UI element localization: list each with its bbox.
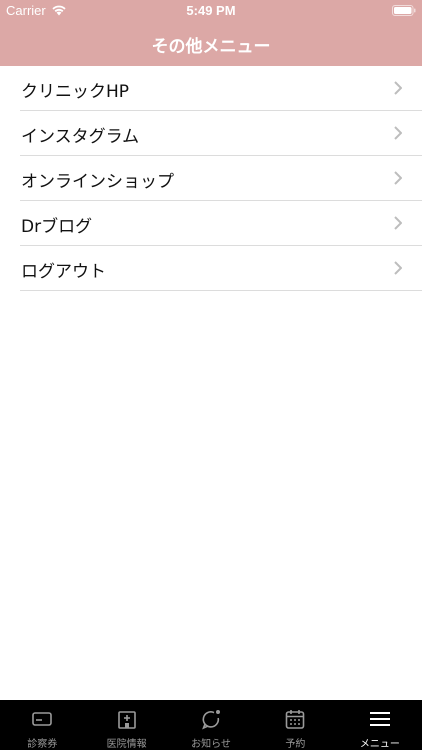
- chevron-right-icon: [394, 126, 402, 140]
- menu-item-label: Drブログ: [21, 217, 93, 237]
- calendar-icon: [286, 710, 305, 729]
- tab-notifications[interactable]: お知らせ: [169, 700, 253, 750]
- menu-item-instagram[interactable]: インスタグラム: [20, 111, 422, 156]
- chevron-right-icon: [394, 81, 402, 95]
- page-title: その他メニュー: [151, 37, 271, 57]
- tab-menu[interactable]: メニュー: [338, 700, 422, 750]
- menu-item-label: インスタグラム: [21, 127, 140, 147]
- hospital-icon: [117, 711, 136, 729]
- menu-item-online-shop[interactable]: オンラインショップ: [20, 156, 422, 201]
- menu-item-clinic-hp[interactable]: クリニックHP: [20, 66, 422, 111]
- header: Carrier 5:49 PM その他メニュー: [0, 0, 422, 66]
- tab-bar: 診察券 医院情報 お知らせ 予約 メニュー: [0, 700, 422, 750]
- battery-icon: [392, 5, 416, 16]
- chevron-right-icon: [394, 261, 402, 275]
- tab-reservation[interactable]: 予約: [253, 700, 337, 750]
- hamburger-icon: [369, 712, 390, 726]
- chevron-right-icon: [394, 216, 402, 230]
- tab-label: 医院情報: [106, 739, 147, 750]
- tab-patient-card[interactable]: 診察券: [0, 700, 84, 750]
- clock: 5:49 PM: [186, 3, 236, 18]
- tab-label: 予約: [285, 739, 306, 750]
- menu-item-logout[interactable]: ログアウト: [20, 246, 422, 291]
- notification-icon: [202, 710, 221, 730]
- menu-item-label: ログアウト: [21, 262, 106, 282]
- menu-item-dr-blog[interactable]: Drブログ: [20, 201, 422, 246]
- menu-item-label: クリニックHP: [21, 82, 130, 102]
- card-icon: [32, 712, 53, 726]
- status-bar: Carrier 5:49 PM: [0, 0, 422, 22]
- menu-item-label: オンラインショップ: [21, 172, 174, 192]
- tab-label: お知らせ: [191, 739, 231, 750]
- menu-list: クリニックHP インスタグラム オンラインショップ Drブログ ログアウト: [0, 66, 422, 291]
- tab-clinic-info[interactable]: 医院情報: [84, 700, 168, 750]
- tab-label: メニュー: [359, 739, 400, 750]
- chevron-right-icon: [394, 171, 402, 185]
- tab-label: 診察券: [27, 739, 58, 750]
